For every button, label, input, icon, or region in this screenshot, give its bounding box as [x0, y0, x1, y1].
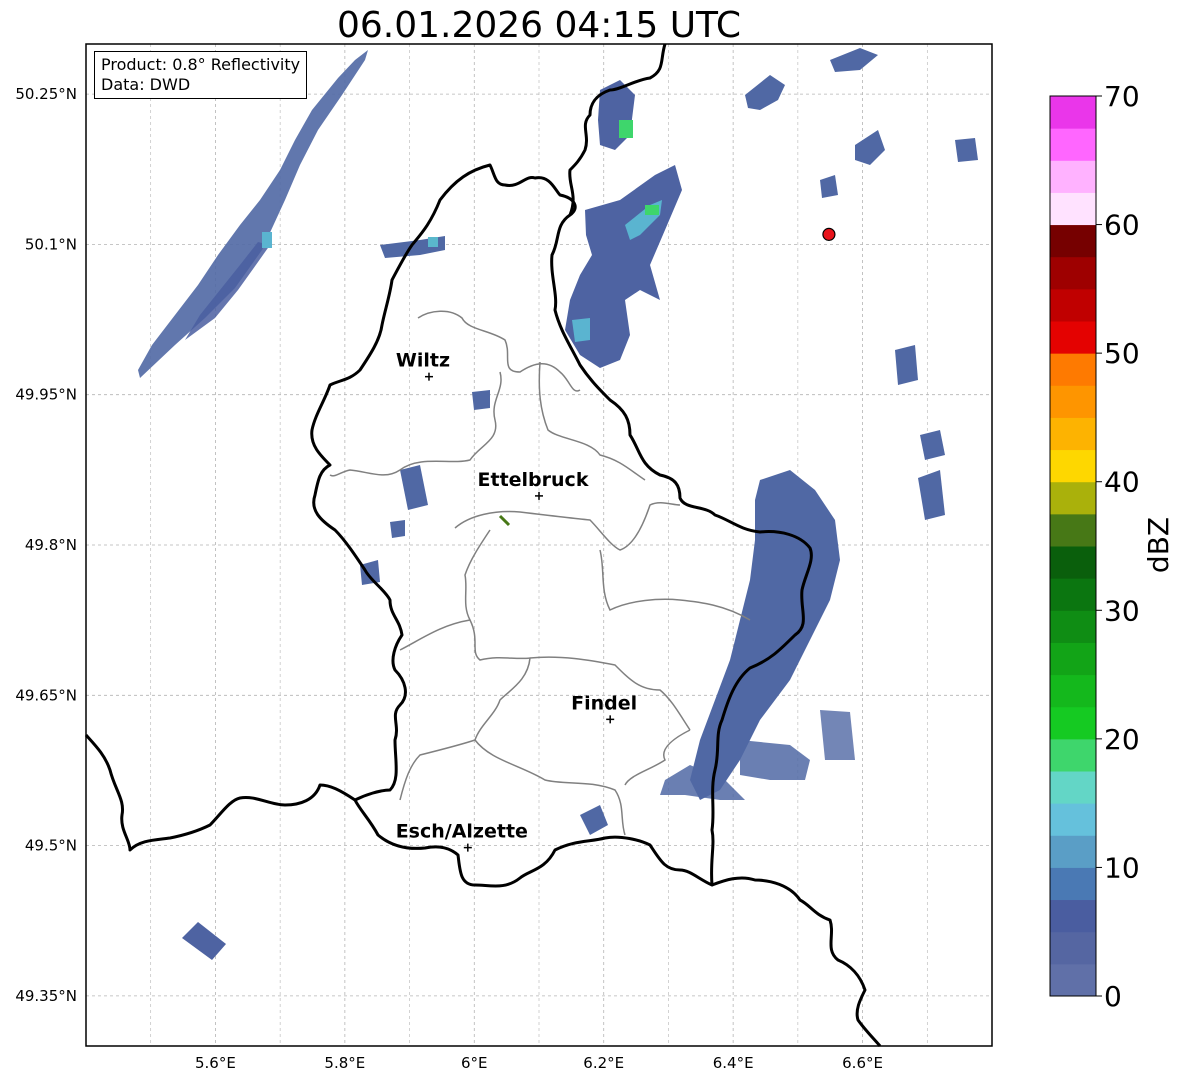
lon-tick-label: 5.8°E — [324, 1054, 365, 1072]
product-label: Product: 0.8° Reflectivity — [101, 55, 301, 74]
colorbar-segment — [1050, 513, 1096, 547]
colorbar-segment — [1050, 96, 1096, 129]
echo-east-small-5 — [955, 138, 978, 162]
lon-tick-label: 6.4°E — [713, 1054, 754, 1072]
lon-tick-label: 6.2°E — [583, 1054, 624, 1072]
colorbar-segment — [1050, 963, 1096, 997]
colorbar-segment — [1050, 931, 1096, 965]
lat-tick-label: 49.5°N — [25, 837, 77, 855]
colorbar-tick-label: 70 — [1104, 80, 1140, 113]
echo-central-small — [472, 390, 490, 410]
colorbar-segment — [1050, 353, 1096, 386]
echo-central-green — [645, 205, 659, 215]
echo-east-small-2 — [895, 345, 918, 385]
colorbar-tick-label: 40 — [1104, 466, 1140, 499]
colorbar-segment — [1050, 546, 1096, 579]
echo-central-south-core — [572, 318, 590, 342]
colorbar-segment — [1050, 835, 1096, 868]
colorbar-segment — [1050, 321, 1096, 354]
radar-site-marker — [822, 227, 836, 241]
echo-west-cell — [428, 237, 438, 247]
city-label: Ettelbruck — [478, 469, 589, 491]
colorbar-segment — [1050, 771, 1096, 804]
lon-tick-label: 5.6°E — [195, 1054, 236, 1072]
lat-tick-label: 49.35°N — [15, 987, 77, 1005]
colorbar-segment — [1050, 160, 1096, 193]
colorbar-tick-label: 10 — [1104, 851, 1140, 884]
colorbar-segment — [1050, 481, 1096, 515]
colorbar-segment — [1050, 578, 1096, 611]
lon-tick-label: 6°E — [461, 1054, 488, 1072]
lon-tick-label: 6.6°E — [842, 1054, 883, 1072]
colorbar-segment — [1050, 706, 1096, 740]
city-label: Esch/Alzette — [396, 821, 528, 843]
radar-map: 5.6°E 5.8°E 6°E 6.2°E 6.4°E 6.6°E 50.25°N 50.1°… — [15, 43, 1175, 1072]
colorbar-segment — [1050, 803, 1096, 836]
colorbar-tick-label: 30 — [1104, 594, 1140, 627]
echo-nw-band-cell — [262, 232, 272, 248]
data-source-label: Data: DWD — [101, 75, 191, 94]
colorbar-segment — [1050, 610, 1096, 643]
colorbar-segment — [1050, 128, 1096, 161]
colorbar-segment — [1050, 449, 1096, 483]
lat-tick-label: 49.65°N — [15, 686, 77, 704]
colorbar-label: dBZ — [1142, 517, 1175, 573]
colorbar-tick-label: 50 — [1104, 337, 1140, 370]
colorbar-segment — [1050, 224, 1096, 258]
city-label: Wiltz — [396, 350, 450, 372]
colorbar-segment — [1050, 192, 1096, 226]
echo-west-cell-4 — [390, 520, 405, 538]
lat-tick-label: 50.25°N — [15, 85, 77, 103]
lat-tick-label: 49.8°N — [25, 536, 77, 554]
colorbar-segment — [1050, 385, 1096, 418]
echo-east-band-right-2 — [820, 710, 855, 760]
city-label: Findel — [571, 692, 637, 714]
colorbar-segment — [1050, 867, 1096, 901]
colorbar-tick-label: 60 — [1104, 209, 1140, 242]
colorbar-segment — [1050, 256, 1096, 290]
colorbar-segment — [1050, 738, 1096, 772]
echo-north-core — [619, 120, 633, 138]
colorbar-tick-label: 20 — [1104, 723, 1140, 756]
colorbar-segment — [1050, 674, 1096, 708]
lat-tick-label: 49.95°N — [15, 386, 77, 404]
colorbar-segment — [1050, 642, 1096, 676]
info-box: Product: 0.8° Reflectivity Data: DWD — [94, 51, 308, 99]
colorbar-segment — [1050, 288, 1096, 322]
colorbar-tick-label: 0 — [1104, 980, 1122, 1013]
colorbar-segment — [1050, 899, 1096, 933]
lat-tick-label: 50.1°N — [25, 235, 77, 253]
colorbar-segment — [1050, 417, 1096, 451]
dbz-colorbar: 0 10 20 30 40 50 60 70 — [1049, 80, 1140, 1013]
